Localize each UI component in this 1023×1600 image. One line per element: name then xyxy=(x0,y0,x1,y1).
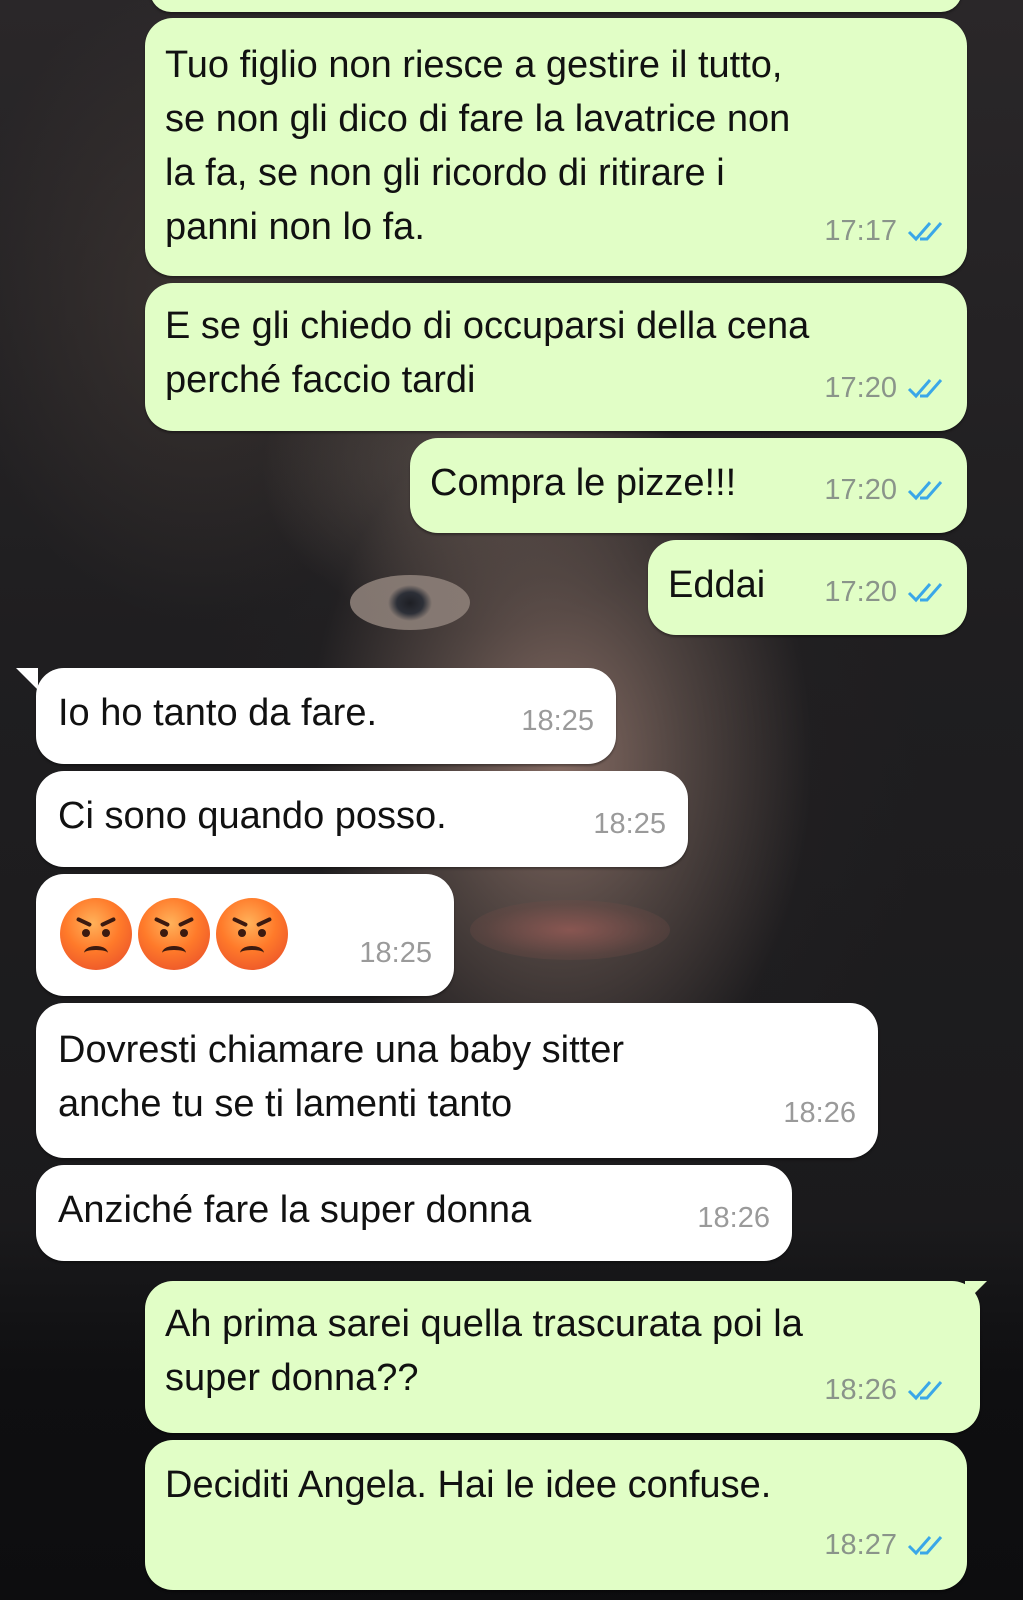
bubble-tail xyxy=(16,668,38,690)
message-meta: 17:20 xyxy=(824,565,945,619)
message-text: Deciditi Angela. Hai le idee confuse. xyxy=(165,1464,772,1506)
message-meta: 18:25 xyxy=(521,694,594,748)
message-time: 18:26 xyxy=(824,1374,897,1406)
double-check-icon xyxy=(907,379,943,399)
message-bubble-outgoing[interactable]: Deciditi Angela. Hai le idee confuse. 18… xyxy=(145,1440,967,1590)
message-text: Eddai xyxy=(668,564,766,606)
emoji-row xyxy=(60,898,294,970)
message-bubble-incoming[interactable]: Ci sono quando posso. 18:25 xyxy=(36,771,688,867)
message-time: 18:25 xyxy=(593,808,666,840)
angry-face-icon xyxy=(138,898,210,970)
message-time: 18:25 xyxy=(521,705,594,737)
wallpaper-lips xyxy=(470,900,670,960)
message-meta: 17:20 xyxy=(824,463,945,517)
message-text: Io ho tanto da fare. xyxy=(58,692,378,734)
message-text: E se gli chiedo di occuparsi della cena … xyxy=(165,305,810,401)
message-bubble-outgoing[interactable]: Ah prima sarei quella trascurata poi la … xyxy=(145,1281,980,1433)
message-meta: 17:20 xyxy=(824,361,945,415)
message-bubble-outgoing[interactable]: Tuo figlio non riesce a gestire il tutto… xyxy=(145,18,967,276)
double-check-icon xyxy=(907,481,943,501)
message-text: Dovresti chiamare una baby sitter anche … xyxy=(58,1029,625,1125)
message-time: 18:27 xyxy=(824,1529,897,1561)
message-bubble-incoming[interactable]: Dovresti chiamare una baby sitter anche … xyxy=(36,1003,878,1158)
wallpaper-eye xyxy=(350,575,470,630)
message-bubble-partial[interactable] xyxy=(150,0,962,12)
message-bubble-incoming[interactable]: Anziché fare la super donna 18:26 xyxy=(36,1165,792,1261)
message-text: Ah prima sarei quella trascurata poi la … xyxy=(165,1303,803,1399)
angry-face-icon xyxy=(216,898,288,970)
double-check-icon xyxy=(907,1381,943,1401)
message-time: 17:20 xyxy=(824,576,897,608)
message-time: 17:20 xyxy=(824,474,897,506)
message-meta: 17:17 xyxy=(824,204,945,258)
message-text: Compra le pizze!!! xyxy=(430,462,737,504)
angry-face-icon xyxy=(60,898,132,970)
message-bubble-outgoing[interactable]: Compra le pizze!!! 17:20 xyxy=(410,438,967,533)
message-meta: 18:26 xyxy=(783,1086,856,1140)
message-text: Anziché fare la super donna xyxy=(58,1189,532,1231)
message-meta: 18:26 xyxy=(697,1191,770,1245)
message-meta: 18:26 xyxy=(824,1363,945,1417)
double-check-icon xyxy=(907,1536,943,1556)
message-meta: 18:25 xyxy=(359,926,432,980)
message-time: 17:17 xyxy=(824,215,897,247)
message-bubble-incoming[interactable]: Io ho tanto da fare. 18:25 xyxy=(36,668,616,764)
message-bubble-outgoing[interactable]: E se gli chiedo di occuparsi della cena … xyxy=(145,283,967,431)
message-text: Ci sono quando posso. xyxy=(58,795,447,837)
message-meta: 18:27 xyxy=(824,1518,945,1572)
message-time: 18:26 xyxy=(783,1097,856,1129)
message-time: 18:26 xyxy=(697,1202,770,1234)
message-bubble-incoming[interactable]: 18:25 xyxy=(36,874,454,996)
message-time: 18:25 xyxy=(359,937,432,969)
double-check-icon xyxy=(907,583,943,603)
double-check-icon xyxy=(907,222,943,242)
message-bubble-outgoing[interactable]: Eddai 17:20 xyxy=(648,540,967,635)
message-text: Tuo figlio non riesce a gestire il tutto… xyxy=(165,44,791,248)
message-meta: 18:25 xyxy=(593,797,666,851)
message-time: 17:20 xyxy=(824,372,897,404)
